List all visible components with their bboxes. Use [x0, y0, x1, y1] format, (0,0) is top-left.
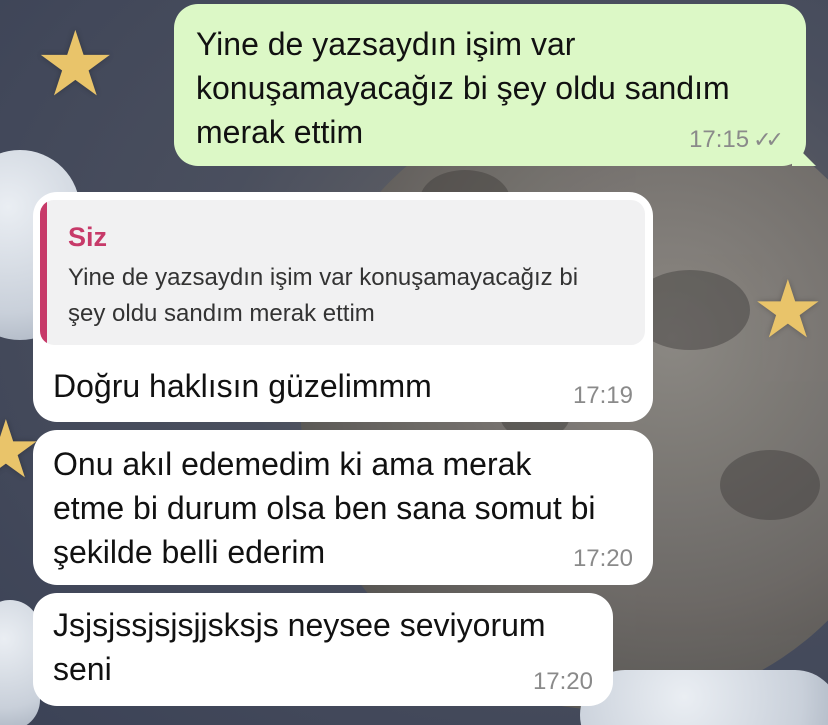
reply-text: Yine de yazsaydın işim var konuşamayacağ…: [68, 260, 629, 332]
message-timestamp: 17:19: [572, 382, 633, 409]
incoming-message-bubble[interactable]: Siz Yine de yazsaydın işim var konuşamay…: [33, 192, 653, 422]
incoming-message-bubble[interactable]: Onu akıl edemedim ki ama merak etme bi d…: [33, 430, 653, 585]
message-text-line: Jsjsjssjsjsjjsksjs neysee seviyorum: [53, 607, 546, 643]
message-text-line: etme bi durum olsa ben sana somut bi: [53, 490, 596, 526]
reply-accent-bar: [40, 200, 47, 345]
message-text: Onu akıl edemedim ki ama merak etme bi d…: [53, 442, 596, 574]
message-timestamp: 17:20: [572, 545, 633, 572]
quoted-reply[interactable]: Siz Yine de yazsaydın işim var konuşamay…: [40, 200, 645, 345]
reply-author: Siz: [68, 222, 108, 252]
reply-text-line: Yine de yazsaydın işim var konuşamayacağ…: [68, 264, 579, 291]
message-text-line: Yine de yazsaydın işim var: [196, 26, 576, 62]
incoming-message-bubble[interactable]: Jsjsjssjsjsjjsksjs neysee seviyorum seni…: [33, 593, 613, 706]
star-decoration-icon: ★: [35, 15, 116, 115]
message-meta: 17:15 ✓✓: [689, 126, 784, 154]
message-text-line: şekilde belli ederim: [53, 534, 326, 570]
message-timestamp: 17:15: [689, 126, 750, 153]
star-decoration-icon: ★: [752, 265, 824, 354]
outgoing-message-bubble[interactable]: Yine de yazsaydın işim var konuşamayacağ…: [174, 4, 816, 166]
message-timestamp: 17:20: [532, 668, 593, 695]
double-check-icon: ✓✓: [753, 127, 784, 152]
message-text-line: Onu akıl edemedim ki ama merak: [53, 446, 532, 482]
message-text-line: konuşamayacağız bi şey oldu sandım: [196, 70, 730, 106]
cloud-decoration: [580, 670, 828, 725]
message-text-line: seni: [53, 651, 112, 687]
reply-text-line: şey oldu sandım merak ettim: [68, 300, 375, 327]
message-text: Jsjsjssjsjsjjsksjs neysee seviyorum seni: [53, 603, 546, 691]
message-text: Doğru haklısın güzelimmm: [53, 368, 432, 404]
